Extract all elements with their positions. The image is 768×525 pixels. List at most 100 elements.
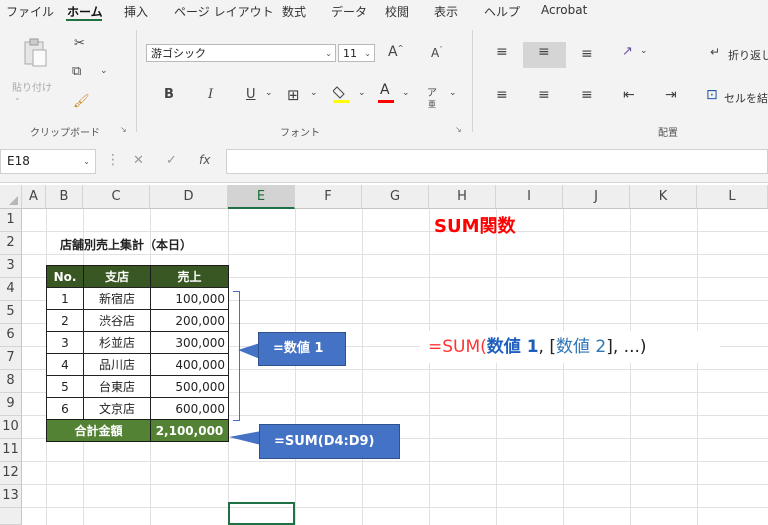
insert-function-icon[interactable]: fx xyxy=(199,153,210,167)
row-header-7[interactable]: 7 xyxy=(0,347,22,370)
row-header-9[interactable]: 9 xyxy=(0,393,22,416)
column-header-d[interactable]: D xyxy=(150,185,228,209)
total-value-cell[interactable]: 2,100,000 xyxy=(150,419,229,442)
borders-dropdown-icon[interactable]: ⌄ xyxy=(310,88,318,98)
increase-font-size-icon[interactable]: A^ xyxy=(388,44,403,60)
align-left-icon[interactable]: ≡ xyxy=(496,87,508,103)
column-header-f[interactable]: F xyxy=(295,185,362,209)
font-launcher-icon[interactable]: ↘ xyxy=(455,125,462,134)
tab-data[interactable]: データ xyxy=(331,3,367,20)
merge-center-icon[interactable]: ⊡ xyxy=(706,87,718,103)
font-color-dropdown-icon[interactable]: ⌄ xyxy=(402,88,410,98)
underline-button[interactable]: U xyxy=(246,87,256,102)
bold-button[interactable]: B xyxy=(164,87,174,102)
column-header-k[interactable]: K xyxy=(630,185,697,209)
copy-dropdown-icon[interactable]: ⌄ xyxy=(100,66,108,76)
table-cell-sales[interactable]: 200,000 xyxy=(150,309,229,332)
wrap-text-icon[interactable]: ↵ xyxy=(710,45,720,59)
clipboard-launcher-icon[interactable]: ↘ xyxy=(120,125,127,134)
row-header-4[interactable]: 4 xyxy=(0,278,22,301)
paste-dropdown-icon[interactable]: ⌄ xyxy=(14,93,21,102)
select-all-corner[interactable] xyxy=(0,185,22,209)
table-cell-no[interactable]: 1 xyxy=(46,287,84,310)
tab-file[interactable]: ファイル xyxy=(6,3,54,20)
tab-acrobat[interactable]: Acrobat xyxy=(541,3,587,17)
decrease-font-size-icon[interactable]: Aˇ xyxy=(431,46,443,60)
font-color-icon[interactable]: A xyxy=(380,82,390,98)
column-header-b[interactable]: B xyxy=(46,185,83,209)
align-center-icon[interactable]: ≡ xyxy=(538,87,550,103)
formula-input[interactable] xyxy=(226,149,768,174)
more-options-icon[interactable]: ⋮ xyxy=(106,152,120,168)
row-header-2[interactable]: 2 xyxy=(0,232,22,255)
tab-help[interactable]: ヘルプ xyxy=(484,3,520,20)
phonetic-dropdown-icon[interactable]: ⌄ xyxy=(449,88,457,98)
decrease-indent-icon[interactable]: ⇤ xyxy=(623,87,635,103)
underline-dropdown-icon[interactable]: ⌄ xyxy=(265,88,273,98)
column-header-e[interactable]: E xyxy=(228,185,295,209)
orientation-icon[interactable]: ↗ xyxy=(622,44,633,59)
total-label-cell[interactable]: 合計金額 xyxy=(46,419,151,442)
align-right-icon[interactable]: ≡ xyxy=(581,87,593,103)
middle-align-icon[interactable]: ≡ xyxy=(538,44,550,60)
font-name-combo[interactable]: 游ゴシック ⌄ xyxy=(146,44,336,62)
cancel-icon[interactable]: ✕ xyxy=(133,153,144,168)
fill-color-dropdown-icon[interactable]: ⌄ xyxy=(358,88,366,98)
tab-formulas[interactable]: 数式 xyxy=(282,3,306,20)
table-cell-no[interactable]: 2 xyxy=(46,309,84,332)
row-header-8[interactable]: 8 xyxy=(0,370,22,393)
tab-page-layout[interactable]: ページ レイアウト xyxy=(174,3,274,20)
column-header-a[interactable]: A xyxy=(22,185,46,209)
table-cell-sales[interactable]: 500,000 xyxy=(150,375,229,398)
bottom-align-icon[interactable]: ≡ xyxy=(581,46,593,62)
table-cell-sales[interactable]: 100,000 xyxy=(150,287,229,310)
italic-button[interactable]: I xyxy=(208,87,213,102)
row-header-5[interactable]: 5 xyxy=(0,301,22,324)
tab-insert[interactable]: 挿入 xyxy=(124,3,148,20)
tab-review[interactable]: 校閲 xyxy=(385,3,409,20)
row-header-12[interactable]: 12 xyxy=(0,462,22,485)
column-header-j[interactable]: J xyxy=(563,185,630,209)
row-header-3[interactable]: 3 xyxy=(0,255,22,278)
table-cell-branch[interactable]: 渋谷店 xyxy=(83,309,151,332)
top-align-icon[interactable]: ≡ xyxy=(496,44,508,60)
phonetic-guide-icon[interactable]: ア亜 xyxy=(427,84,437,110)
copy-icon[interactable]: ⧉ xyxy=(72,64,81,79)
borders-icon[interactable]: ⊞ xyxy=(287,86,300,104)
row-header-10[interactable]: 10 xyxy=(0,416,22,439)
row-header-6[interactable]: 6 xyxy=(0,324,22,347)
cut-icon[interactable]: ✂ xyxy=(74,36,85,51)
selected-cell[interactable] xyxy=(228,502,295,525)
font-size-combo[interactable]: 11 ⌄ xyxy=(338,44,375,62)
table-cell-sales[interactable]: 600,000 xyxy=(150,397,229,420)
tab-view[interactable]: 表示 xyxy=(434,3,458,20)
column-header-g[interactable]: G xyxy=(362,185,429,209)
table-cell-no[interactable]: 6 xyxy=(46,397,84,420)
table-cell-branch[interactable]: 杉並店 xyxy=(83,331,151,354)
column-header-h[interactable]: H xyxy=(429,185,496,209)
paste-icon[interactable] xyxy=(22,38,48,68)
row-header-11[interactable]: 11 xyxy=(0,439,22,462)
tab-home[interactable]: ホーム xyxy=(67,3,103,20)
row-header-1[interactable]: 1 xyxy=(0,209,22,232)
table-cell-branch[interactable]: 文京店 xyxy=(83,397,151,420)
merge-label[interactable]: セルを結合 xyxy=(724,90,768,106)
format-painter-icon[interactable]: 🖌 xyxy=(73,94,90,109)
wrap-text-label[interactable]: 折り返し xyxy=(728,47,768,63)
table-cell-sales[interactable]: 400,000 xyxy=(150,353,229,376)
row-header-13[interactable]: 13 xyxy=(0,485,22,508)
paste-button-label[interactable]: 貼り付け xyxy=(12,79,52,94)
table-cell-branch[interactable]: 台東店 xyxy=(83,375,151,398)
column-header-l[interactable]: L xyxy=(697,185,768,209)
table-cell-no[interactable]: 3 xyxy=(46,331,84,354)
enter-check-icon[interactable]: ✓ xyxy=(166,153,177,168)
fill-color-icon[interactable] xyxy=(333,84,351,104)
table-cell-sales[interactable]: 300,000 xyxy=(150,331,229,354)
table-cell-no[interactable]: 5 xyxy=(46,375,84,398)
increase-indent-icon[interactable]: ⇥ xyxy=(665,87,677,103)
column-header-i[interactable]: I xyxy=(496,185,563,209)
column-header-c[interactable]: C xyxy=(83,185,150,209)
orientation-dropdown-icon[interactable]: ⌄ xyxy=(640,46,648,56)
table-cell-no[interactable]: 4 xyxy=(46,353,84,376)
table-cell-branch[interactable]: 品川店 xyxy=(83,353,151,376)
